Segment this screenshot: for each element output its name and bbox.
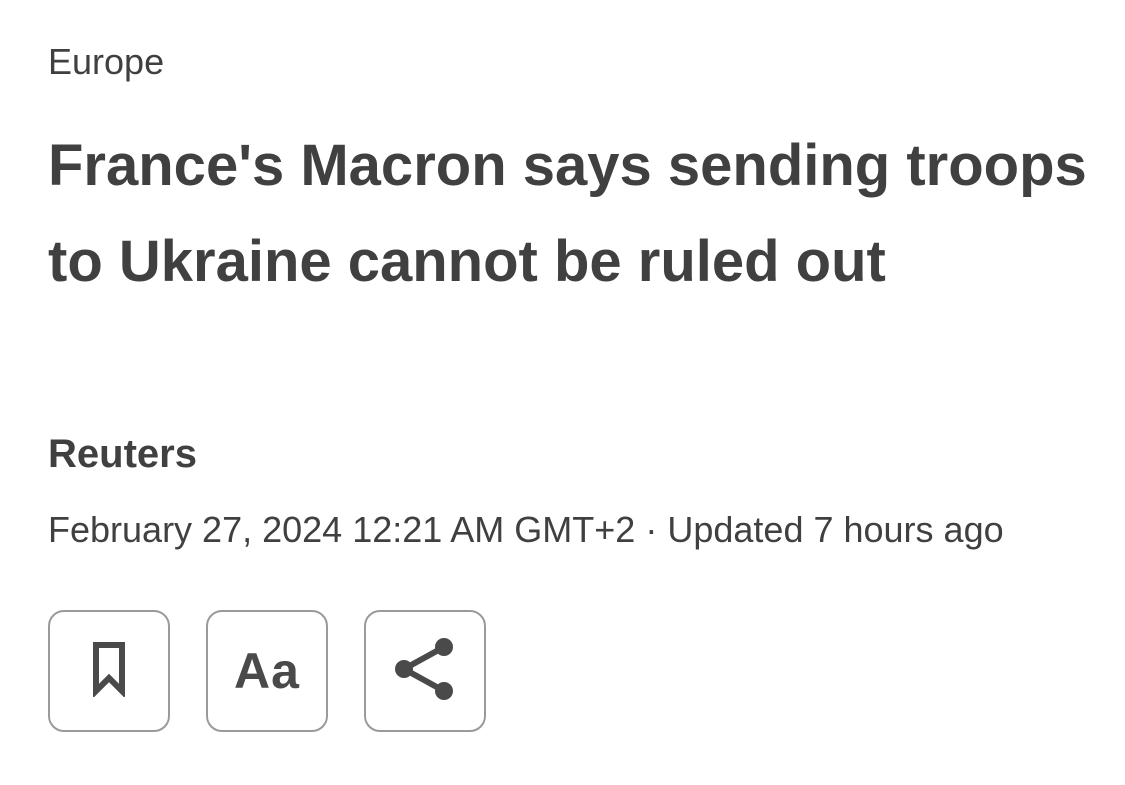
section-link[interactable]: Europe	[48, 42, 164, 82]
share-icon	[392, 636, 458, 707]
updated-time: Updated 7 hours ago	[667, 509, 1004, 550]
byline[interactable]: Reuters	[48, 432, 197, 476]
published-date: February 27, 2024 12:21 AM GMT+2	[48, 509, 636, 550]
text-size-label: Aa	[234, 643, 300, 699]
date-separator: ·	[645, 509, 658, 550]
share-button[interactable]	[364, 610, 486, 732]
article-action-bar: Aa	[48, 610, 486, 732]
bookmark-icon	[91, 641, 127, 702]
dateline: February 27, 2024 12:21 AM GMT+2 · Updat…	[48, 510, 1004, 550]
bookmark-button[interactable]	[48, 610, 170, 732]
headline: France's Macron says sending troops to U…	[48, 133, 1087, 294]
text-size-button[interactable]: Aa	[206, 610, 328, 732]
